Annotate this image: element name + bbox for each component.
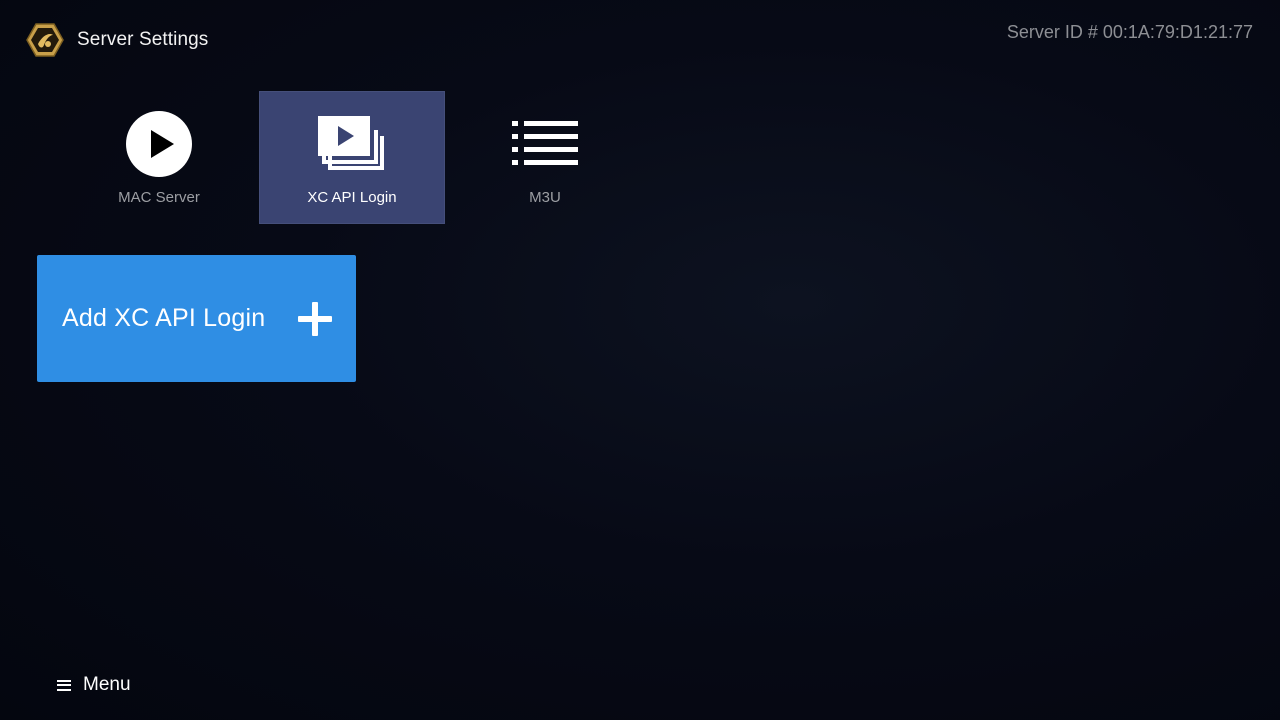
tab-xc-api-login[interactable]: XC API Login [259, 91, 445, 224]
tab-label: MAC Server [118, 189, 200, 206]
menu-button[interactable]: Menu [57, 674, 131, 696]
list-icon [510, 109, 580, 179]
app-logo-icon [26, 23, 64, 57]
menu-label: Menu [83, 674, 131, 695]
tab-label: M3U [529, 189, 561, 206]
tab-label: XC API Login [307, 189, 397, 206]
page-title: Server Settings [77, 29, 209, 50]
server-id-text: Server ID # 00:1A:79:D1:21:77 [1006, 22, 1253, 42]
video-stack-icon [317, 109, 387, 179]
add-button-label: Add XC API Login [62, 304, 266, 332]
add-xc-api-login-button[interactable]: Add XC API Login [37, 255, 356, 382]
server-type-tabs: MAC Server XC API Login M3U [66, 91, 645, 224]
play-circle-icon [124, 109, 194, 179]
header: Server Settings [26, 22, 208, 58]
tab-m3u[interactable]: M3U [452, 91, 638, 224]
server-settings-screen: Server Settings Server ID # 00:1A:79:D1:… [0, 0, 1280, 720]
plus-icon [298, 301, 332, 336]
tab-mac-server[interactable]: MAC Server [66, 91, 252, 224]
hamburger-icon [57, 679, 71, 691]
